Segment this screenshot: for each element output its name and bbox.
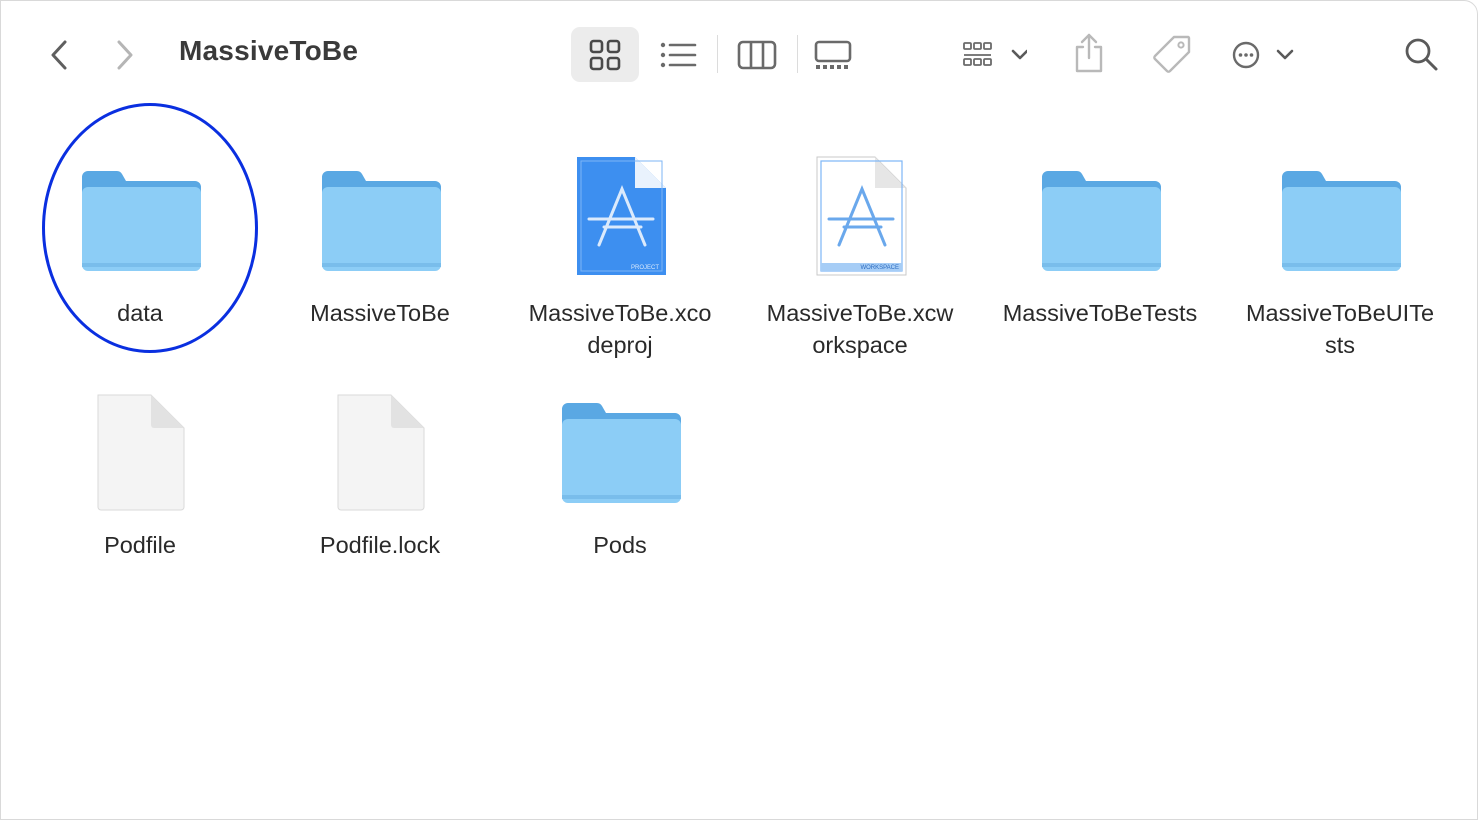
file-label: MassiveToBe bbox=[310, 300, 450, 326]
document-icon bbox=[97, 394, 185, 511]
file-label: MassiveToBeUITe sts bbox=[1245, 300, 1435, 358]
file-item-podfile-lock[interactable]: Podfile.lock bbox=[265, 383, 495, 573]
folder-icon bbox=[1042, 171, 1161, 271]
file-item-pods[interactable]: Pods bbox=[505, 383, 735, 573]
finder-window: MassiveToBe data MassiveToBe PROJECT Mas… bbox=[0, 0, 1478, 820]
file-label: Pods bbox=[593, 532, 647, 558]
xcode-workspace-icon: WORKSPACE bbox=[816, 156, 907, 276]
file-label: Podfile bbox=[104, 532, 176, 558]
file-item-data[interactable]: data bbox=[25, 151, 255, 371]
file-item-massivetobe[interactable]: MassiveToBe bbox=[265, 151, 495, 371]
xcode-project-icon: PROJECT bbox=[577, 157, 666, 275]
file-label: Podfile.lock bbox=[319, 532, 441, 558]
svg-text:WORKSPACE: WORKSPACE bbox=[860, 265, 899, 271]
folder-icon bbox=[562, 403, 681, 503]
document-icon bbox=[337, 394, 425, 511]
file-item-xcodeproj[interactable]: PROJECT MassiveToBe.xco deproj bbox=[505, 151, 735, 371]
file-item-xcworkspace[interactable]: WORKSPACE MassiveToBe.xcw orkspace bbox=[745, 151, 975, 371]
file-label: data bbox=[117, 300, 163, 326]
folder-icon bbox=[322, 171, 441, 271]
file-label: MassiveToBeTests bbox=[1002, 300, 1198, 326]
file-item-massivetobetests[interactable]: MassiveToBeTests bbox=[985, 151, 1215, 371]
folder-icon bbox=[1282, 171, 1401, 271]
svg-text:PROJECT: PROJECT bbox=[631, 265, 659, 271]
file-label: MassiveToBe.xcw orkspace bbox=[766, 300, 954, 358]
file-item-podfile[interactable]: Podfile bbox=[25, 383, 255, 573]
file-grid: data MassiveToBe PROJECT MassiveToBe.xco… bbox=[1, 1, 1477, 819]
file-item-massivetobeuitests[interactable]: MassiveToBeUITe sts bbox=[1225, 151, 1455, 371]
folder-icon bbox=[82, 171, 201, 271]
file-label: MassiveToBe.xco deproj bbox=[528, 300, 712, 358]
